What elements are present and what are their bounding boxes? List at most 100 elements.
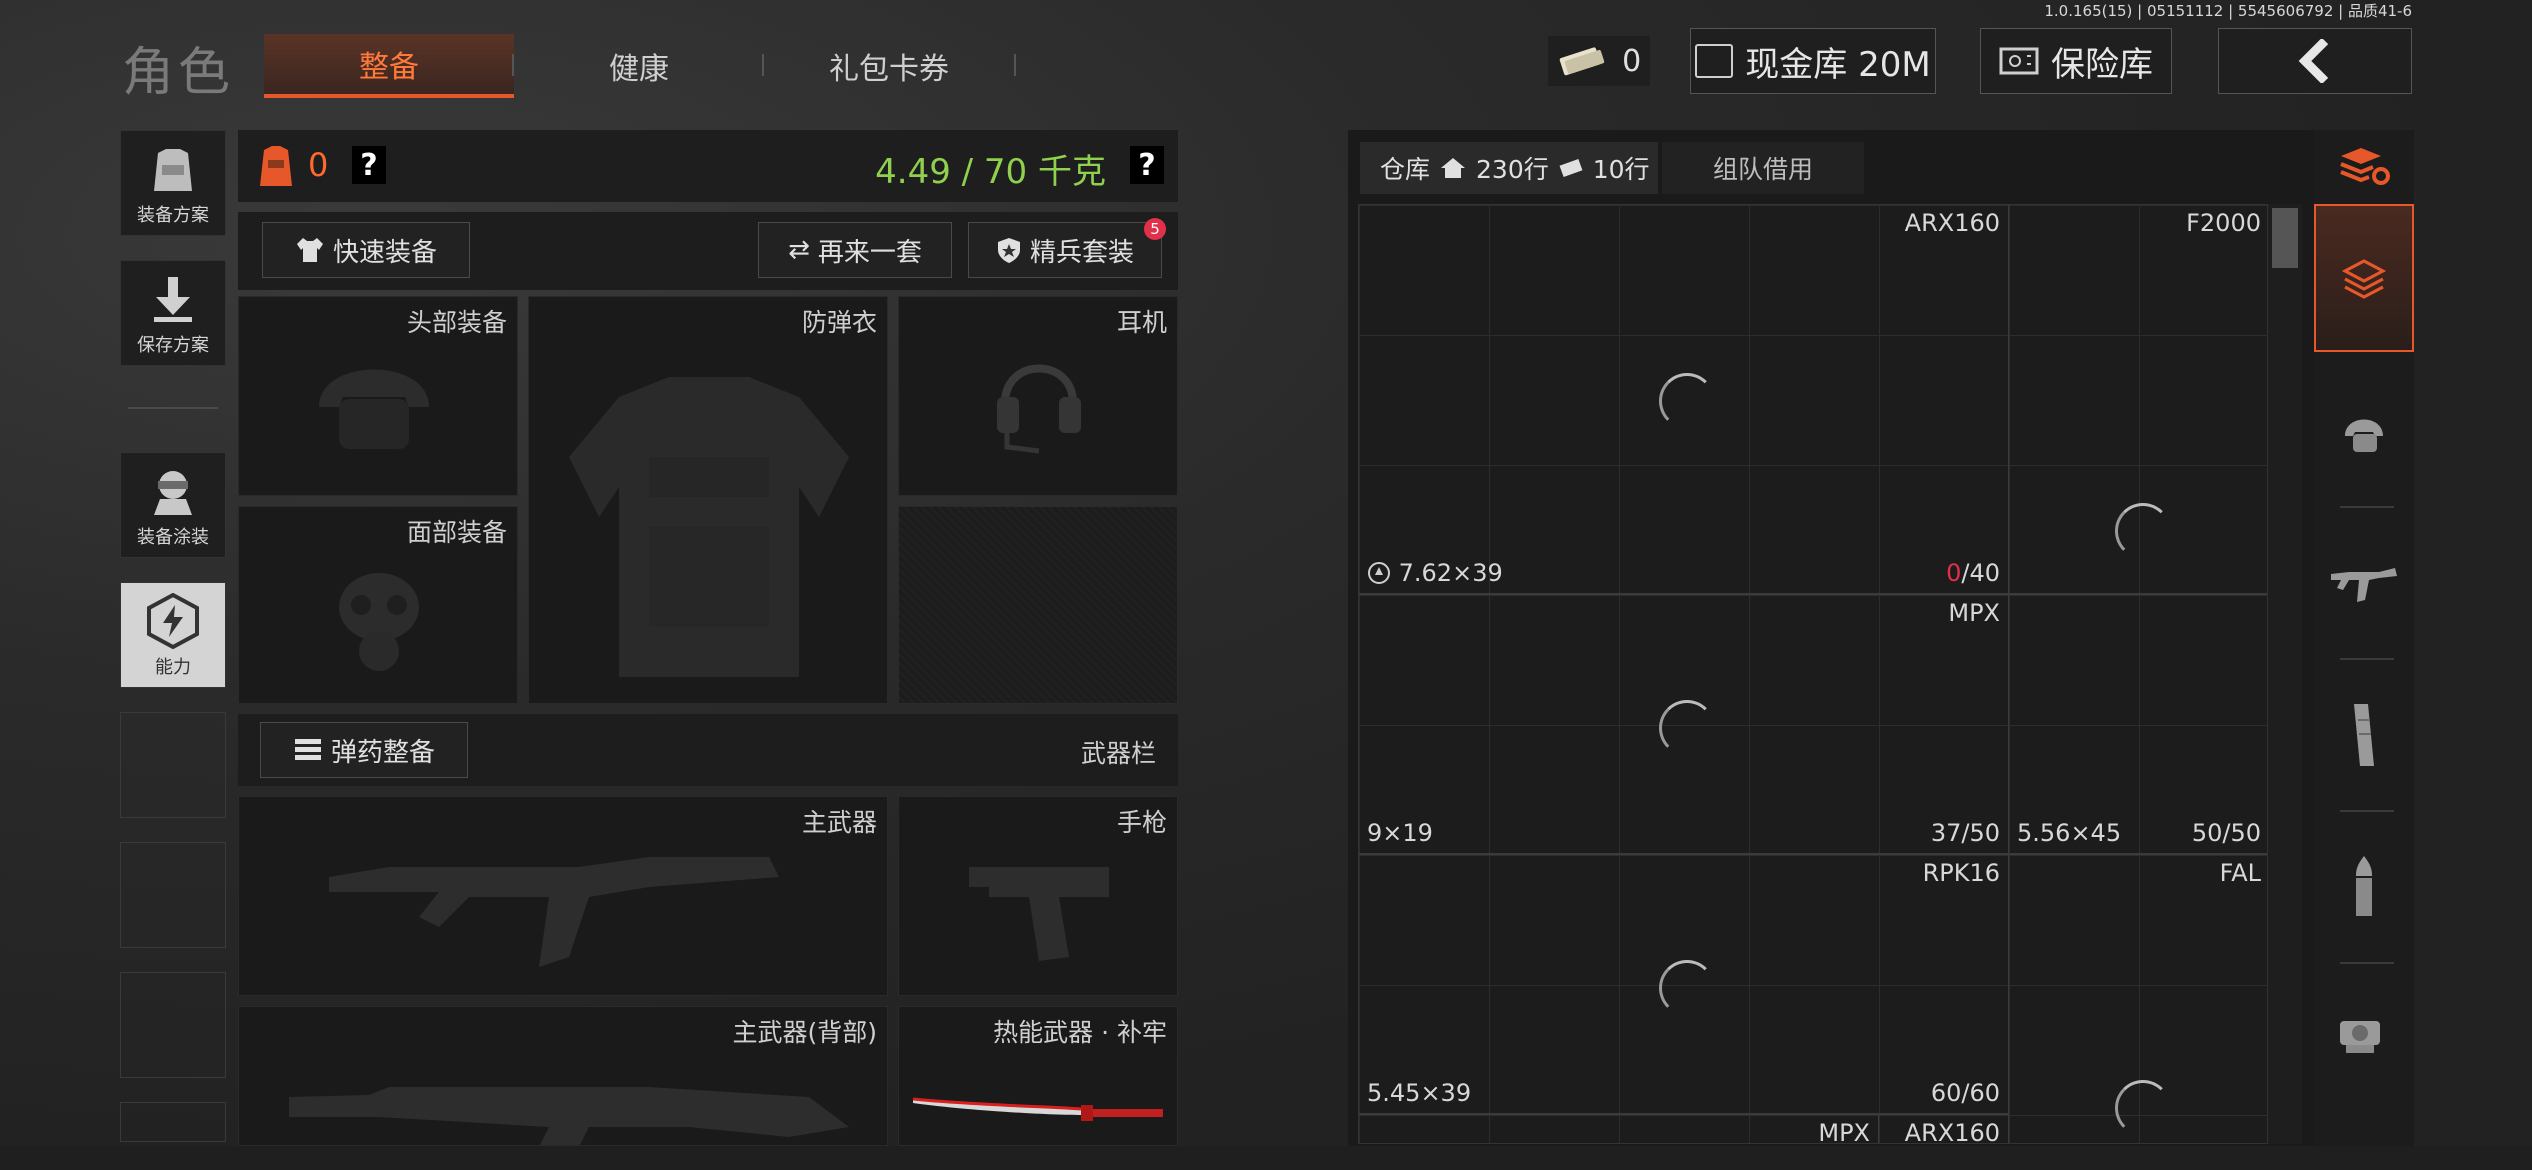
item-name: MPX [1948, 599, 2000, 627]
again-label: 再来一套 [817, 237, 922, 268]
loading-spinner [1659, 960, 1715, 1016]
sort-refresh-button[interactable] [2314, 130, 2414, 202]
item-count: 60/60 [1930, 1079, 2000, 1107]
ammo-type-icon [1368, 562, 1390, 584]
gas-mask-icon [339, 573, 419, 671]
safe-vault-button[interactable]: 保险库 [1980, 28, 2172, 94]
empty-slot [120, 712, 226, 818]
menu-label: 能力 [155, 657, 191, 678]
tab-label: 整备 [359, 50, 419, 85]
again-button[interactable]: ⇄ 再来一套 [758, 222, 952, 278]
headset-icon [997, 364, 1081, 454]
loadout-header: 0 ? 4.49 / 70 千克 ? [238, 130, 1178, 202]
primary-weapon-slot[interactable]: 主武器 [238, 796, 888, 996]
ticket-icon [1559, 158, 1583, 178]
tab-divider [1014, 54, 1016, 76]
extra-slot [898, 506, 1178, 704]
elite-badge: 5 [1144, 218, 1166, 240]
item-count: 37/50 [1930, 819, 2000, 847]
tab-gift-cards[interactable]: 礼包卡券 [764, 34, 1014, 98]
ability-button[interactable]: 能力 [120, 582, 226, 688]
item-count: 0/40 [1946, 559, 2000, 587]
elite-set-button[interactable]: 精兵套装 [968, 222, 1162, 278]
cash-vault-button[interactable]: 现金库 20M [1690, 28, 1936, 94]
storage-item[interactable]: MPX [1359, 1115, 1879, 1144]
storage-item[interactable]: 5.56×45 50/50 [2009, 595, 2267, 855]
skin-button[interactable]: 装备涂装 [120, 452, 226, 558]
storage-tab[interactable]: 仓库 230行 10行 [1360, 142, 1658, 194]
weight-display: 4.49 / 70 千克 [875, 152, 1106, 192]
empty-slot [120, 972, 226, 1078]
head-slot[interactable]: 头部装备 [238, 296, 518, 496]
refresh-icon: ⇄ [788, 235, 810, 265]
cash-icon [1559, 47, 1604, 76]
magazine-icon [2354, 704, 2374, 766]
armor-slot[interactable]: 防弹衣 [528, 296, 888, 704]
team-borrow-label: 组队借用 [1712, 155, 1813, 184]
item-name: ARX160 [1904, 209, 2000, 237]
sniper-rifle-icon [289, 1087, 849, 1145]
ear-slot[interactable]: 耳机 [898, 296, 1178, 496]
melee-slot[interactable]: 热能武器 · 补牢 [898, 1006, 1178, 1146]
tab-prepare[interactable]: 整备 [264, 34, 514, 98]
category-weapons[interactable] [2314, 508, 2414, 658]
storage-item[interactable]: MPX 9×19 37/50 [1359, 595, 2009, 855]
download-icon [154, 277, 192, 322]
ability-icon [147, 593, 199, 649]
item-ammo: 7.62×39 [1367, 559, 1503, 587]
helmet-icon [319, 369, 429, 449]
quick-equip-label: 快速装备 [332, 237, 437, 268]
helmet-category-icon [2345, 419, 2383, 452]
head-slot-label: 头部装备 [406, 308, 507, 337]
team-borrow-tab[interactable]: 组队借用 [1662, 142, 1864, 194]
tab-health[interactable]: 健康 [514, 34, 764, 98]
pistol-slot[interactable]: 手枪 [898, 796, 1178, 996]
armor-slot-label: 防弹衣 [801, 308, 877, 337]
category-attachments[interactable] [2314, 964, 2414, 1104]
menu-divider [128, 407, 218, 409]
ammo-prepare-button[interactable]: 弹药整备 [260, 722, 468, 778]
cash-vault-label: 现金库 20M [1745, 44, 1931, 85]
currency-display[interactable]: 0 [1548, 36, 1650, 86]
storage-item[interactable]: ARX160 7.62×39 0/40 [1359, 205, 2009, 595]
face-slot[interactable]: 面部装备 [238, 506, 518, 704]
storage-scrollbar[interactable] [2268, 204, 2302, 1144]
quick-equip-button[interactable]: 快速装备 [262, 222, 470, 278]
category-gear[interactable] [2314, 356, 2414, 506]
home-icon [1441, 158, 1466, 178]
item-ammo: 9×19 [1367, 819, 1433, 847]
save-plan-button[interactable]: 保存方案 [120, 260, 226, 366]
category-magazines[interactable] [2314, 660, 2414, 810]
loadout-actions: 快速装备 ⇄ 再来一套 精兵套装 5 [238, 212, 1178, 290]
shield-icon [997, 238, 1020, 263]
item-count-current: 0 [1946, 559, 1962, 587]
storage-tab-label: 仓库 [1380, 155, 1431, 184]
help-button[interactable]: ? [352, 146, 386, 184]
storage-item[interactable]: FAL [2009, 855, 2267, 1143]
menu-label: 保存方案 [137, 335, 209, 356]
bullet-icon [2356, 856, 2372, 916]
empty-slot [120, 1102, 226, 1142]
vest-icon [154, 149, 192, 191]
item-count-max: /40 [1961, 559, 2000, 587]
loadout-plan-button[interactable]: 装备方案 [120, 130, 226, 236]
pistol-slot-label: 手枪 [1116, 808, 1167, 837]
weight-help-button[interactable]: ? [1130, 146, 1164, 184]
scroll-thumb[interactable] [2272, 208, 2298, 268]
item-ammo-label: 7.62×39 [1398, 559, 1503, 587]
storage-item[interactable]: F2000 [2009, 205, 2267, 595]
back-arrow-icon [2298, 39, 2329, 83]
category-ammo[interactable] [2314, 812, 2414, 962]
armor-icon [260, 146, 292, 186]
currency-value: 0 [1622, 43, 1642, 79]
vest-silhouette-icon [569, 377, 849, 677]
storage-item[interactable]: ARX160 [1879, 1115, 2009, 1143]
safe-vault-label: 保险库 [2051, 44, 2153, 85]
back-button[interactable] [2218, 28, 2412, 94]
primary-back-slot[interactable]: 主武器(背部) [238, 1006, 888, 1146]
storage-item[interactable]: RPK16 5.45×39 60/60 [1359, 855, 2009, 1115]
item-ammo: 5.56×45 [2017, 819, 2122, 847]
item-name: MPX [1818, 1119, 1870, 1144]
category-all[interactable] [2314, 204, 2414, 352]
item-name: RPK16 [1922, 859, 2000, 887]
